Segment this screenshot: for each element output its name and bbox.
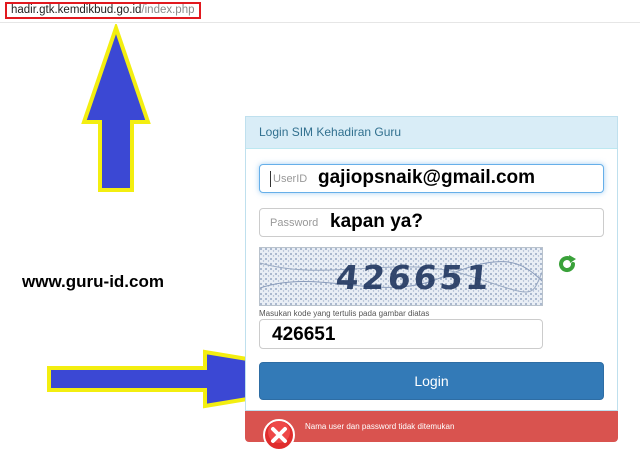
error-x-icon (263, 419, 295, 451)
captcha-hint: Masukan kode yang tertulis pada gambar d… (259, 309, 430, 318)
error-alert: Nama user dan password tidak ditemukan (245, 411, 618, 442)
browser-address-bar[interactable]: hadir.gtk.kemdikbud.go.id/index.php (0, 0, 640, 23)
userid-placeholder: UserID (273, 173, 308, 185)
password-placeholder: Password (270, 217, 319, 229)
userid-field[interactable]: UserID gajiopsnaik@gmail.com (259, 164, 604, 193)
captcha-image: 426651 (259, 247, 543, 306)
login-button[interactable]: Login (259, 362, 604, 400)
userid-value: gajiopsnaik@gmail.com (318, 167, 536, 188)
url-path: /index.php (141, 4, 195, 16)
error-message: Nama user dan password tidak ditemukan (305, 422, 455, 431)
arrow-up-annotation (81, 24, 151, 192)
captcha-input[interactable]: 426651 (259, 319, 543, 349)
captcha-text: 426651 (333, 258, 494, 297)
password-value: kapan ya? (330, 211, 423, 232)
captcha-value: 426651 (272, 324, 336, 345)
text-cursor (270, 171, 271, 187)
refresh-icon[interactable] (556, 253, 578, 275)
password-field[interactable]: Password kapan ya? (259, 208, 604, 237)
login-panel: Login SIM Kehadiran Guru UserID gajiopsn… (245, 116, 618, 411)
url-highlight-box[interactable]: hadir.gtk.kemdikbud.go.id/index.php (5, 2, 201, 19)
watermark-text: www.guru-id.com (22, 272, 164, 291)
panel-title: Login SIM Kehadiran Guru (246, 117, 617, 149)
url-host: hadir.gtk.kemdikbud.go.id (11, 4, 142, 16)
